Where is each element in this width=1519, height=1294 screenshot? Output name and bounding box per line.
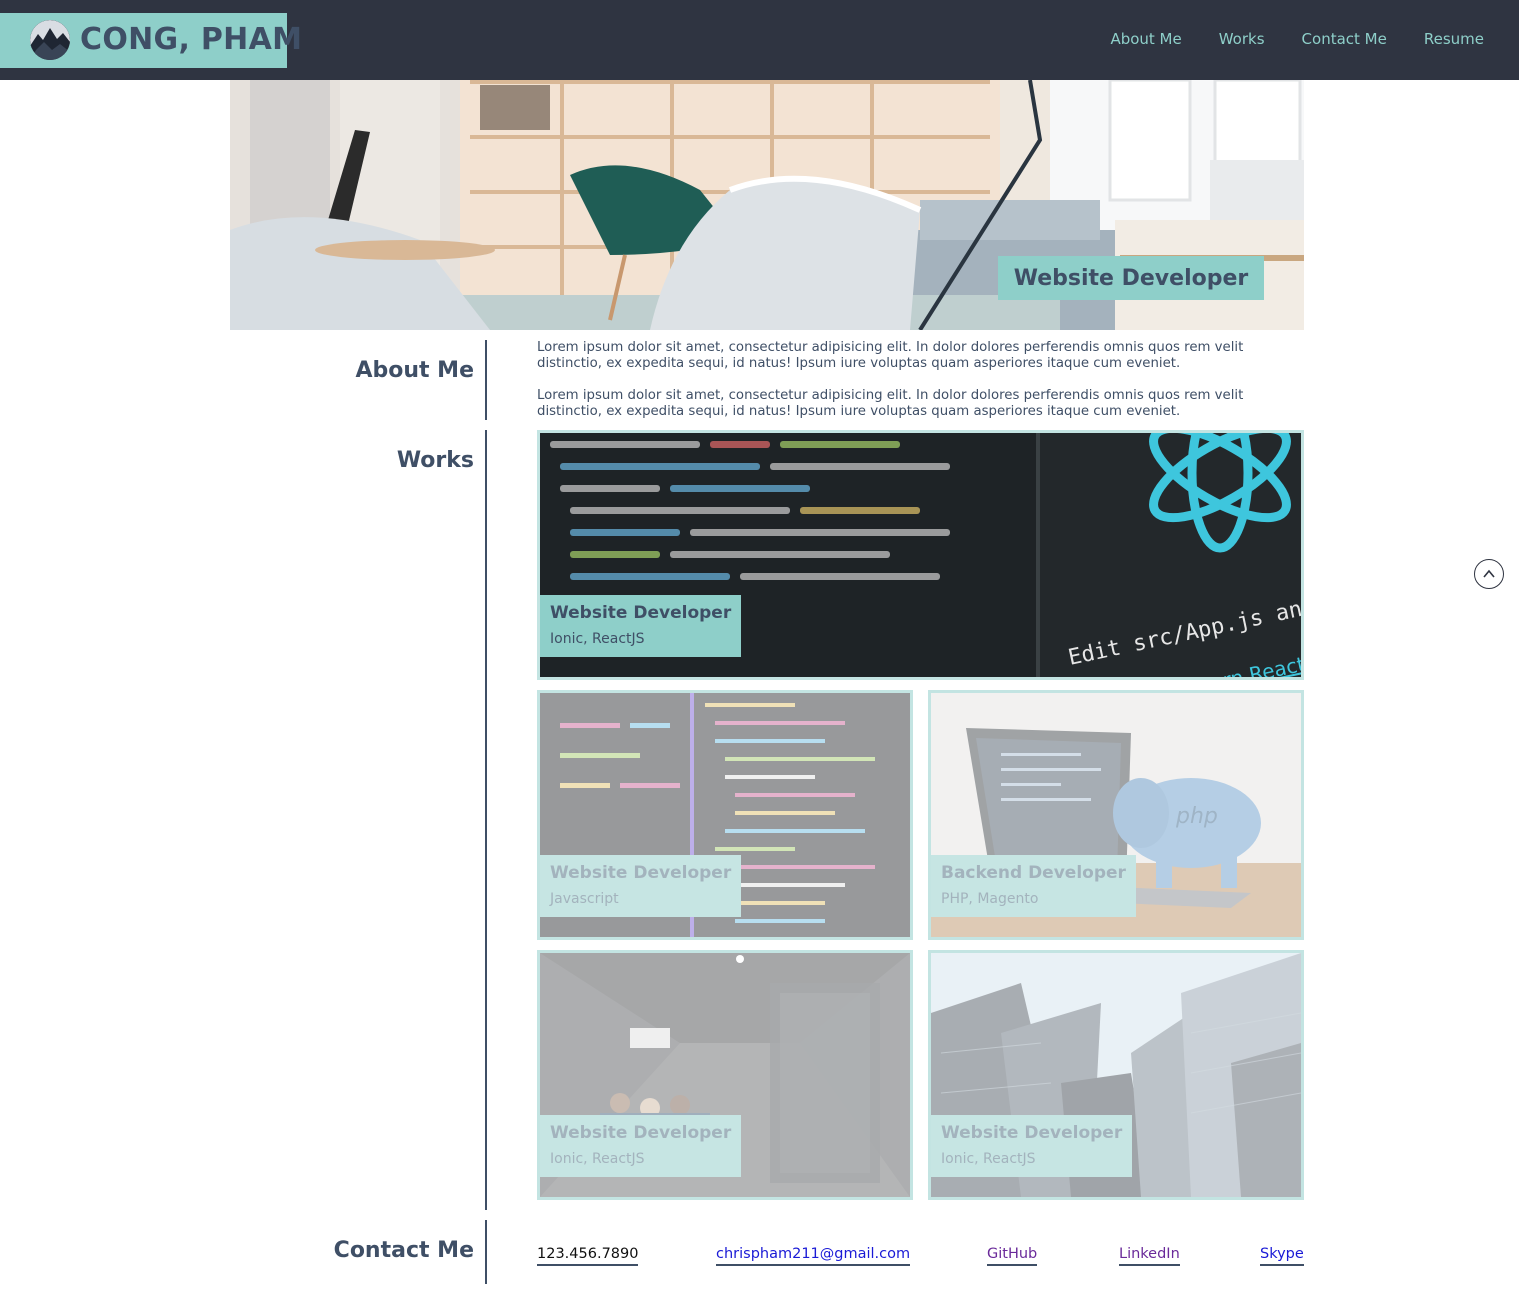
work-card-1[interactable]: Edit src/App.js and save Learn React Web… xyxy=(537,430,1304,680)
contact-phone-link[interactable]: 123.456.7890 xyxy=(537,1244,639,1266)
nav-works[interactable]: Works xyxy=(1219,28,1265,50)
nav-resume[interactable]: Resume xyxy=(1424,28,1484,50)
about-paragraph-2: Lorem ipsum dolor sit amet, consectetur … xyxy=(537,388,1244,419)
nav-contact-me[interactable]: Contact Me xyxy=(1302,28,1387,50)
about-title: About Me xyxy=(355,358,474,383)
work-card-1-label: Website Developer Ionic, ReactJS xyxy=(540,595,742,657)
site-header: CONG, PHAM About Me Works Contact Me Res… xyxy=(0,0,1519,80)
work-card-2-title: Website Developer xyxy=(550,863,732,883)
chevron-up-icon xyxy=(1483,569,1495,578)
work-card-4[interactable]: Website Developer Ionic, ReactJS xyxy=(537,950,913,1200)
nav-about-me[interactable]: About Me xyxy=(1110,28,1181,50)
contact-email-link[interactable]: chrispham211@gmail.com xyxy=(716,1244,911,1266)
about-paragraph-1: Lorem ipsum dolor sit amet, consectetur … xyxy=(537,340,1244,371)
contact-linkedin-link[interactable]: LinkedIn xyxy=(1119,1244,1180,1266)
work-card-3[interactable]: php Backend Developer PHP, Magento xyxy=(928,690,1304,940)
work-card-4-label: Website Developer Ionic, ReactJS xyxy=(540,1115,742,1177)
work-card-3-label: Backend Developer PHP, Magento xyxy=(931,855,1136,917)
main-nav: About Me Works Contact Me Resume xyxy=(1110,28,1484,50)
work-card-3-tech: PHP, Magento xyxy=(941,891,1039,907)
work-card-4-tech: Ionic, ReactJS xyxy=(550,1151,645,1167)
work-card-5-title: Website Developer xyxy=(941,1123,1123,1143)
hero-badge: Website Developer xyxy=(998,256,1264,300)
works-divider xyxy=(485,430,487,1210)
work-card-4-title: Website Developer xyxy=(550,1123,732,1143)
work-card-1-tech: Ionic, ReactJS xyxy=(550,631,645,647)
brand[interactable]: CONG, PHAM xyxy=(0,13,302,68)
contact-links: 123.456.7890 chrispham211@gmail.com GitH… xyxy=(537,1244,1304,1268)
hero-banner: Website Developer xyxy=(230,80,1304,330)
work-card-2-label: Website Developer Javascript xyxy=(540,855,742,917)
contact-divider xyxy=(485,1220,487,1284)
work-card-5-tech: Ionic, ReactJS xyxy=(941,1151,1036,1167)
avatar xyxy=(30,20,70,60)
contact-github-link[interactable]: GitHub xyxy=(987,1244,1038,1266)
work-card-5-label: Website Developer Ionic, ReactJS xyxy=(931,1115,1133,1177)
work-card-2[interactable]: Website Developer Javascript xyxy=(537,690,913,940)
works-title: Works xyxy=(396,448,474,473)
work-card-2-tech: Javascript xyxy=(550,891,619,907)
brand-name: CONG, PHAM xyxy=(80,22,303,57)
contact-skype-link[interactable]: Skype xyxy=(1260,1244,1304,1266)
work-card-5[interactable]: Website Developer Ionic, ReactJS xyxy=(928,950,1304,1200)
about-divider xyxy=(485,340,487,420)
contact-title: Contact Me xyxy=(333,1238,474,1263)
back-to-top-button[interactable] xyxy=(1474,559,1504,589)
work-card-3-title: Backend Developer xyxy=(941,863,1126,883)
work-card-1-title: Website Developer xyxy=(550,603,732,623)
